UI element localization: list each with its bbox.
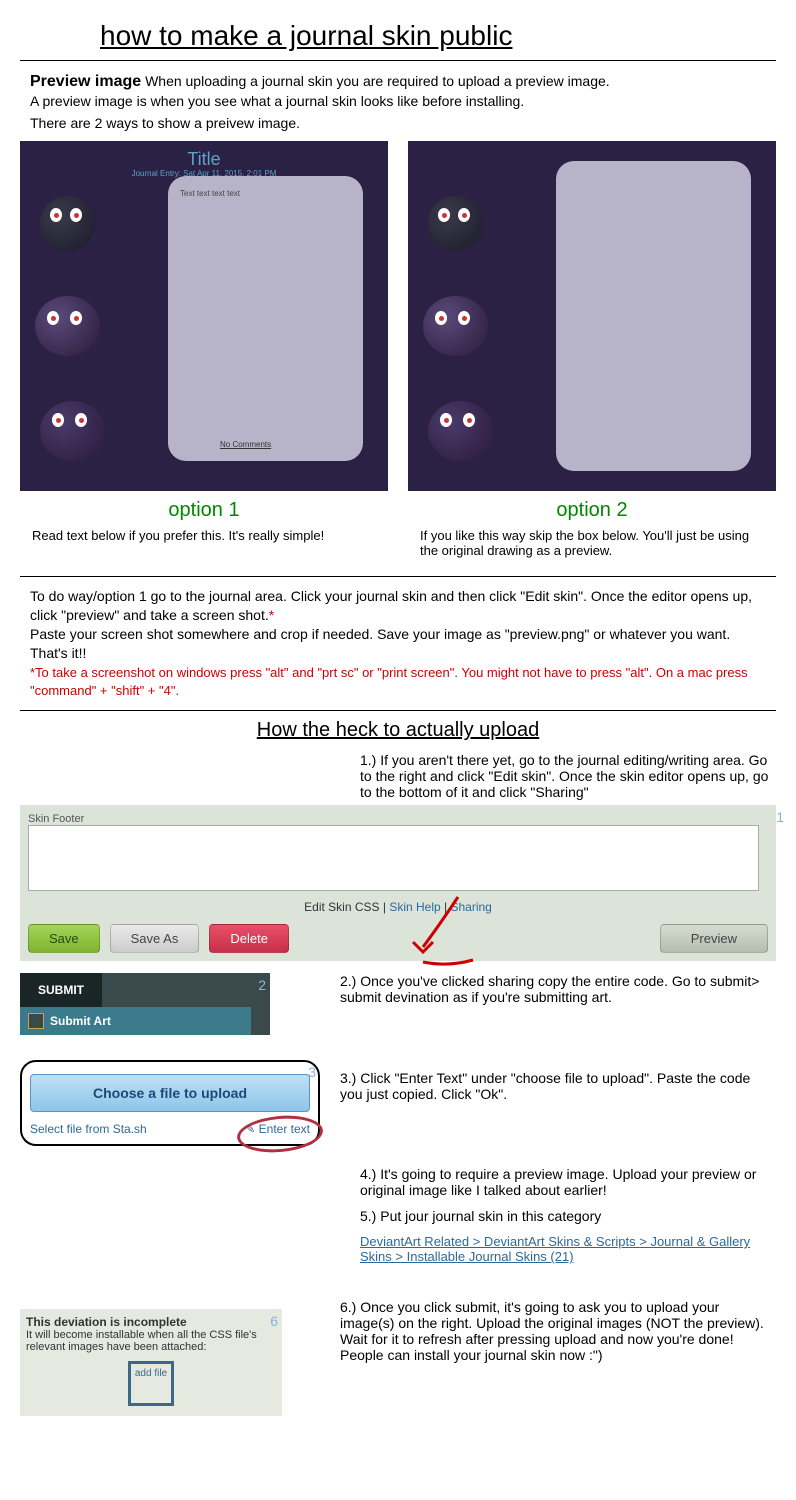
preview-thumb-option-2 [408,141,776,491]
howto-p1: To do way/option 1 go to the journal are… [30,588,752,623]
submit-art-label: Submit Art [50,1014,111,1028]
skin-help-link[interactable]: Skin Help [389,900,440,914]
category-breadcrumb-link[interactable]: DeviantArt Related > DeviantArt Skins & … [360,1234,760,1264]
ghost-sprite-icon [40,196,95,251]
incomplete-body: It will become installable when all the … [26,1329,276,1353]
step-1-text: 1.) If you aren't there yet, go to the j… [360,752,776,800]
howto-note: *To take a screenshot on windows press "… [30,665,748,699]
edit-skin-css-text: Edit Skin CSS [304,900,379,914]
step-5-text: 5.) Put jour journal skin in this catego… [360,1208,776,1224]
skin-footer-textarea[interactable] [28,825,759,891]
intro-line-1: Preview image When uploading a journal s… [30,73,776,91]
incomplete-title: This deviation is incomplete [26,1315,276,1329]
ghost-sprite-icon [40,401,105,461]
howto-asterisk: * [269,607,274,623]
divider [20,60,776,61]
divider [20,710,776,711]
step-6-text: 6.) Once you click submit, it's going to… [340,1299,776,1363]
save-as-button[interactable]: Save As [110,924,200,953]
add-file-button[interactable]: add file [128,1361,174,1406]
submit-art-item[interactable]: Submit Art [20,1007,251,1035]
step-4-text: 4.) It's going to require a preview imag… [360,1166,776,1198]
ghost-sprite-icon [428,401,493,461]
thumb-body-text: Text text text text [180,189,240,198]
delete-button[interactable]: Delete [209,924,289,953]
step-badge-6: 6 [270,1313,278,1329]
page-title: how to make a journal skin public [100,20,776,52]
option-1-desc: Read text below if you prefer this. It's… [20,528,388,543]
submit-tab[interactable]: SUBMIT [20,973,102,1007]
intro-text-2: A preview image is when you see what a j… [30,93,776,109]
option-2-label: option 2 [408,499,776,522]
step-badge-2: 2 [258,977,266,993]
thumb-content-box [168,176,363,461]
thumb-title: Title [20,149,388,170]
preview-button[interactable]: Preview [660,924,768,953]
thumb-no-comments: No Comments [220,440,271,449]
skin-editor-mock: 1 Skin Footer Edit Skin CSS | Skin Help … [20,805,776,961]
submit-menu-mock: 2 SUBMIT Submit Art [20,973,270,1035]
submit-art-icon [28,1013,44,1029]
incomplete-deviation-box: 6 This deviation is incomplete It will b… [20,1309,282,1416]
sharing-link[interactable]: Sharing [450,900,491,914]
circle-annotation-icon [236,1113,325,1156]
upload-subheading: How the heck to actually upload [20,719,776,742]
skin-footer-label: Skin Footer [28,813,768,825]
option-1-label: option 1 [20,499,388,522]
preview-thumb-option-1: Title Journal Entry: Sat Apr 11, 2015, 2… [20,141,388,491]
choose-file-mock: 3 Choose a file to upload Select file fr… [20,1060,320,1146]
divider [20,576,776,577]
option-2-desc: If you like this way skip the box below.… [408,528,776,558]
ghost-sprite-icon [35,296,100,356]
ghost-sprite-icon [428,196,483,251]
intro-text-1: When uploading a journal skin you are re… [145,73,610,89]
howto-p2: Paste your screen shot somewhere and cro… [30,626,730,661]
step-2-text: 2.) Once you've clicked sharing copy the… [340,973,776,1005]
step-badge-3: 3 [308,1064,316,1080]
intro-text-3: There are 2 ways to show a preivew image… [30,115,776,131]
preview-image-label: Preview image [30,73,141,90]
select-stash-link[interactable]: Select file from Sta.sh [30,1122,147,1136]
thumb-content-box [556,161,751,471]
step-3-text: 3.) Click "Enter Text" under "choose fil… [340,1070,776,1102]
step-badge-1: 1 [776,809,784,825]
save-button[interactable]: Save [28,924,100,953]
choose-file-button[interactable]: Choose a file to upload [30,1074,310,1112]
ghost-sprite-icon [423,296,488,356]
